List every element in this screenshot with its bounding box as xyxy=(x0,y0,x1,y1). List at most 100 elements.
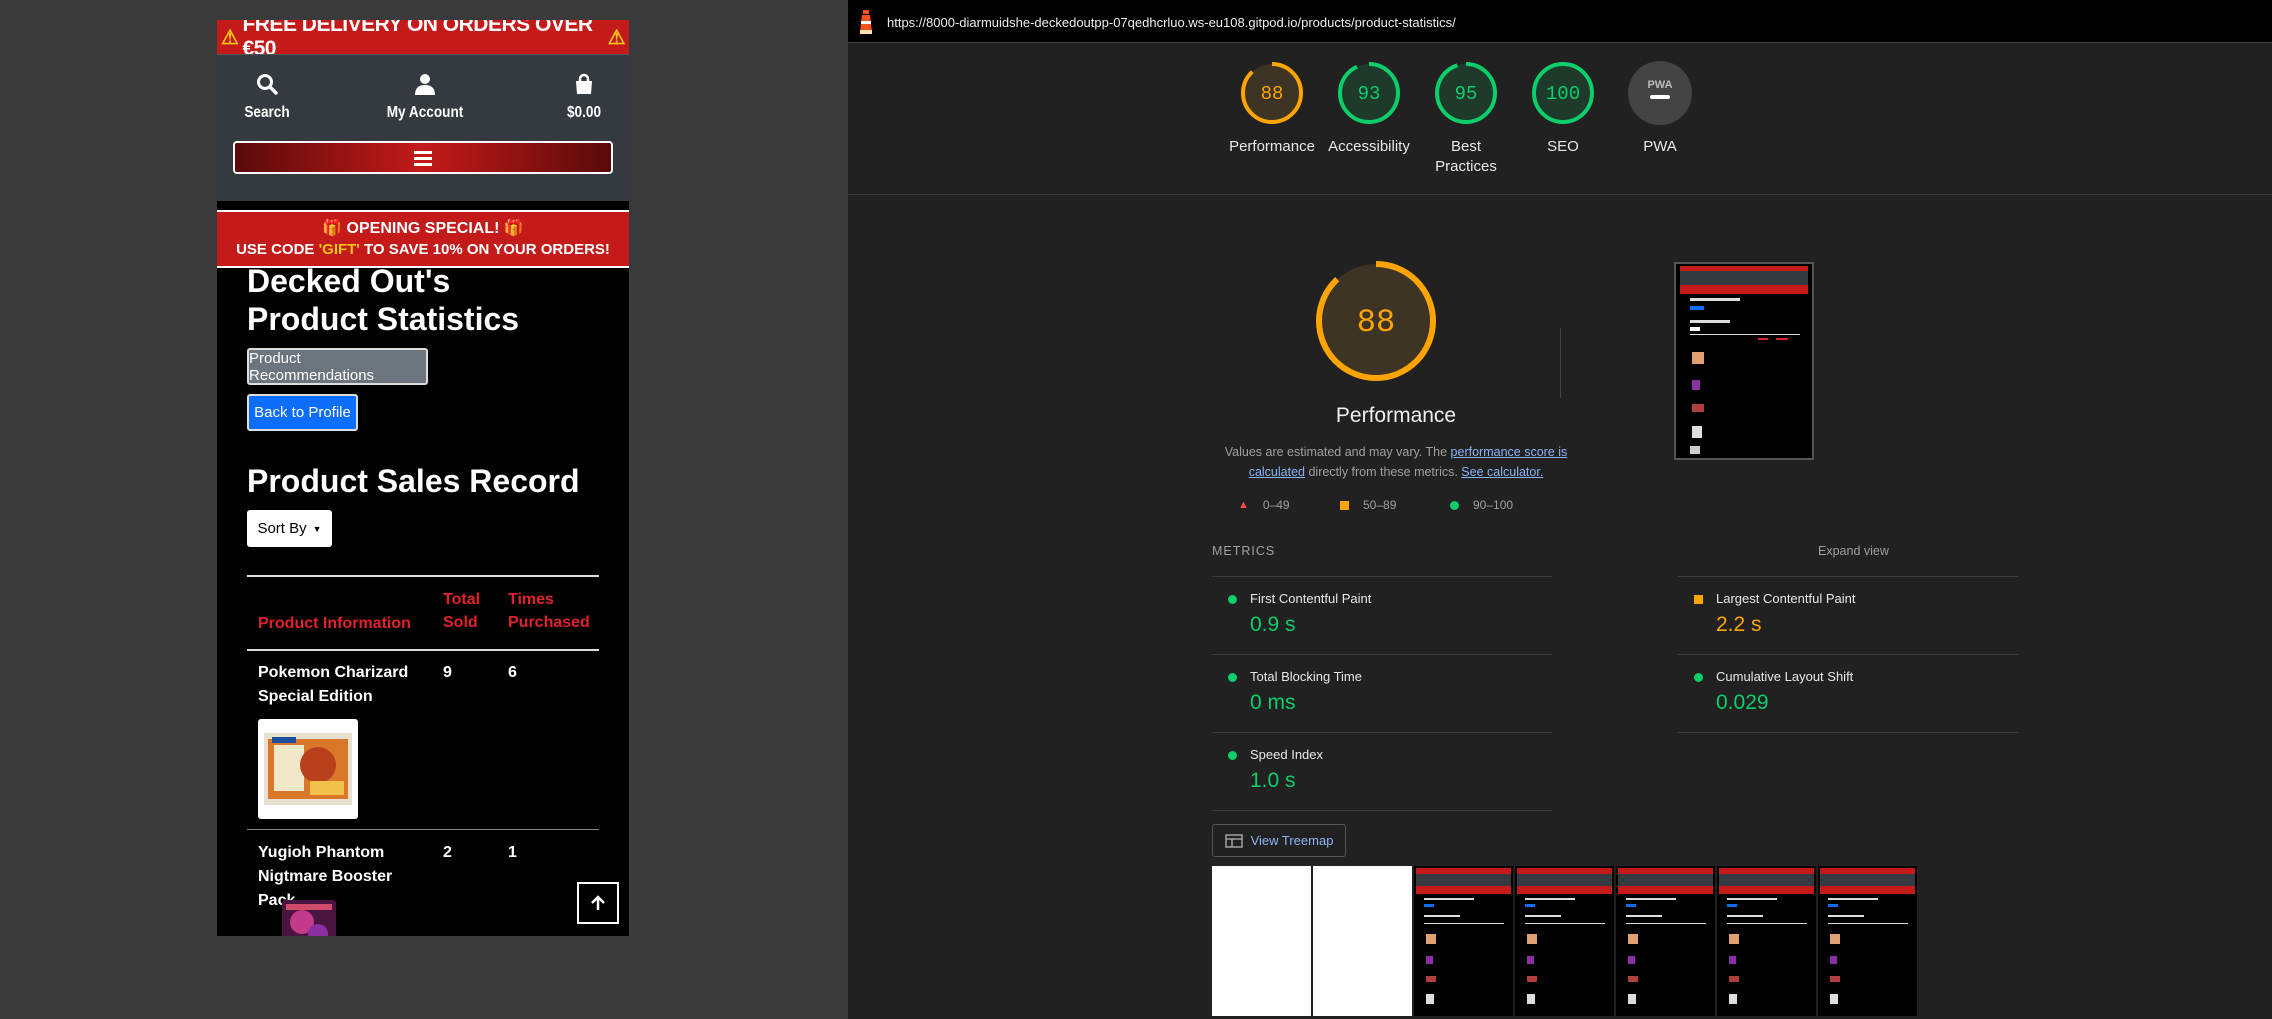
row1-total-sold: 9 xyxy=(443,664,452,681)
table-divider xyxy=(247,575,599,577)
hamburger-icon xyxy=(414,150,432,166)
filmstrip-frame-blank xyxy=(1212,866,1311,1016)
see-calculator-link[interactable]: See calculator. xyxy=(1461,465,1543,479)
header-product-information: Product Information xyxy=(258,615,411,632)
circle-icon xyxy=(1694,673,1703,682)
shopping-bag-icon xyxy=(576,73,592,94)
metric-value: 0 ms xyxy=(1250,691,1296,714)
score-value: 88 xyxy=(1261,83,1284,105)
report-url-bar: https://8000-diarmuidshe-deckedoutpp-07q… xyxy=(848,0,2272,43)
score-value: 95 xyxy=(1455,83,1478,105)
view-treemap-label: View Treemap xyxy=(1250,833,1334,848)
metric-value: 0.9 s xyxy=(1250,613,1296,636)
score-ring-icon: PWA xyxy=(1628,61,1692,125)
performance-gauge-large: 88 xyxy=(1316,261,1436,381)
sort-by-dropdown[interactable]: Sort By ▼ xyxy=(247,510,332,547)
cart-total: $0.00 xyxy=(566,104,602,121)
page-screenshot-image xyxy=(1676,264,1812,458)
metric-name: Speed Index xyxy=(1250,747,1324,762)
filmstrip-frame xyxy=(1616,866,1715,1016)
warning-icon: ⚠ xyxy=(221,26,239,49)
desc-prefix: Values are estimated and may vary. The xyxy=(1224,445,1451,459)
arrow-up-icon xyxy=(591,895,605,910)
gauge-label: PWA xyxy=(1643,138,1677,155)
gift-icon: 🎁 xyxy=(322,220,343,237)
site-header: Search My Account $0.00 xyxy=(217,54,629,201)
square-icon xyxy=(1694,595,1703,604)
metric-cumulative-layout-shift: Cumulative Layout Shift 0.029 xyxy=(1678,654,2018,732)
report-url[interactable]: https://8000-diarmuidshe-deckedoutpp-07q… xyxy=(887,15,1456,30)
row1-times-purchased: 6 xyxy=(508,664,517,681)
header-times-purchased: Times Purchased xyxy=(508,588,590,634)
metric-name: Cumulative Layout Shift xyxy=(1716,669,1854,684)
metric-divider xyxy=(1678,732,2018,733)
row2-times-purchased: 1 xyxy=(508,844,517,861)
row2-product-image[interactable] xyxy=(282,900,336,936)
desc-mid: directly from these metrics. xyxy=(1305,465,1462,479)
promo-text-suffix: TO SAVE 10% ON YOUR ORDERS! xyxy=(359,241,610,258)
account-nav-label: My Account xyxy=(386,104,464,121)
metric-largest-contentful-paint: Largest Contentful Paint 2.2 s xyxy=(1678,576,2018,654)
header-times-line1: Times xyxy=(508,591,554,608)
yugioh-pack-image xyxy=(282,900,336,936)
expand-view-toggle[interactable]: Expand view xyxy=(1818,544,1889,558)
metric-name: First Contentful Paint xyxy=(1250,591,1372,606)
legend-pass-range: 90–100 xyxy=(1473,498,1514,512)
header-total-line1: Total xyxy=(443,591,481,608)
circle-icon xyxy=(1450,500,1459,510)
menu-toggle-button[interactable] xyxy=(233,141,613,174)
filmstrip-frame xyxy=(1818,866,1917,1016)
back-to-top-button[interactable] xyxy=(577,882,619,924)
legend-fail: ▲ 0–49 xyxy=(1238,498,1290,512)
score-ring-icon: 95 xyxy=(1435,62,1497,124)
score-value: 93 xyxy=(1358,83,1381,105)
circle-icon xyxy=(1228,673,1237,682)
vertical-separator xyxy=(1560,328,1561,398)
row1-product-image[interactable] xyxy=(258,719,358,819)
metric-name: Largest Contentful Paint xyxy=(1716,591,1856,606)
score-ring-icon: 93 xyxy=(1338,62,1400,124)
metrics-heading: METRICS xyxy=(1212,544,1276,558)
cart-nav-item[interactable]: $0.00 xyxy=(549,73,619,122)
sales-record-title: Product Sales Record xyxy=(247,463,580,499)
metric-value: 0.029 xyxy=(1716,691,1769,714)
lighthouse-icon xyxy=(860,10,872,34)
lighthouse-report: https://8000-diarmuidshe-deckedoutpp-07q… xyxy=(848,0,2272,1019)
search-nav-item[interactable]: Search xyxy=(237,73,297,122)
table-divider xyxy=(247,829,599,830)
metric-divider xyxy=(1212,810,1552,811)
filmstrip-frame xyxy=(1414,866,1513,1016)
performance-description: Values are estimated and may vary. The p… xyxy=(1208,442,1584,482)
user-icon xyxy=(415,74,435,95)
gauge-pwa[interactable]: PWA PWA xyxy=(1595,60,1725,157)
warning-icon: ⚠ xyxy=(607,26,626,49)
header-times-line2: Purchased xyxy=(508,614,590,631)
legend-pass: 90–100 xyxy=(1450,498,1513,512)
filmstrip-frame xyxy=(1515,866,1614,1016)
search-icon xyxy=(257,74,278,95)
account-nav-item[interactable]: My Account xyxy=(365,73,485,122)
search-nav-label: Search xyxy=(244,104,290,121)
view-treemap-button[interactable]: View Treemap xyxy=(1212,824,1346,857)
gift-icon: 🎁 xyxy=(503,220,524,237)
metric-first-contentful-paint: First Contentful Paint 0.9 s xyxy=(1212,576,1552,654)
header-total-line2: Sold xyxy=(443,614,478,631)
final-screenshot-thumbnail[interactable] xyxy=(1674,262,1814,460)
caret-down-icon: ▼ xyxy=(312,523,322,534)
header-total-sold: Total Sold xyxy=(443,588,480,634)
promo-code: 'GIFT' xyxy=(318,241,360,258)
row1-product-name: Pokemon Charizard Special Edition xyxy=(258,664,409,705)
circle-icon xyxy=(1228,751,1237,760)
promo-banner: 🎁 OPENING SPECIAL! 🎁 USE CODE 'GIFT' TO … xyxy=(217,210,629,268)
score-ring-icon: 100 xyxy=(1532,62,1594,124)
product-recommendations-button[interactable]: Product Recommendations xyxy=(247,348,428,385)
legend-average-range: 50–89 xyxy=(1363,498,1397,512)
back-to-profile-button[interactable]: Back to Profile xyxy=(247,394,358,431)
square-icon xyxy=(1340,500,1349,510)
page-title-text: Decked Out's Product Statistics xyxy=(247,263,520,337)
filmstrip-frame xyxy=(1717,866,1816,1016)
mobile-site-viewport: ⚠ FREE DELIVERY ON ORDERS OVER €50 ⚠ Sea… xyxy=(217,20,629,936)
section-divider xyxy=(848,194,2272,195)
delivery-banner: ⚠ FREE DELIVERY ON ORDERS OVER €50 ⚠ xyxy=(217,20,629,60)
legend-fail-range: 0–49 xyxy=(1262,498,1290,512)
